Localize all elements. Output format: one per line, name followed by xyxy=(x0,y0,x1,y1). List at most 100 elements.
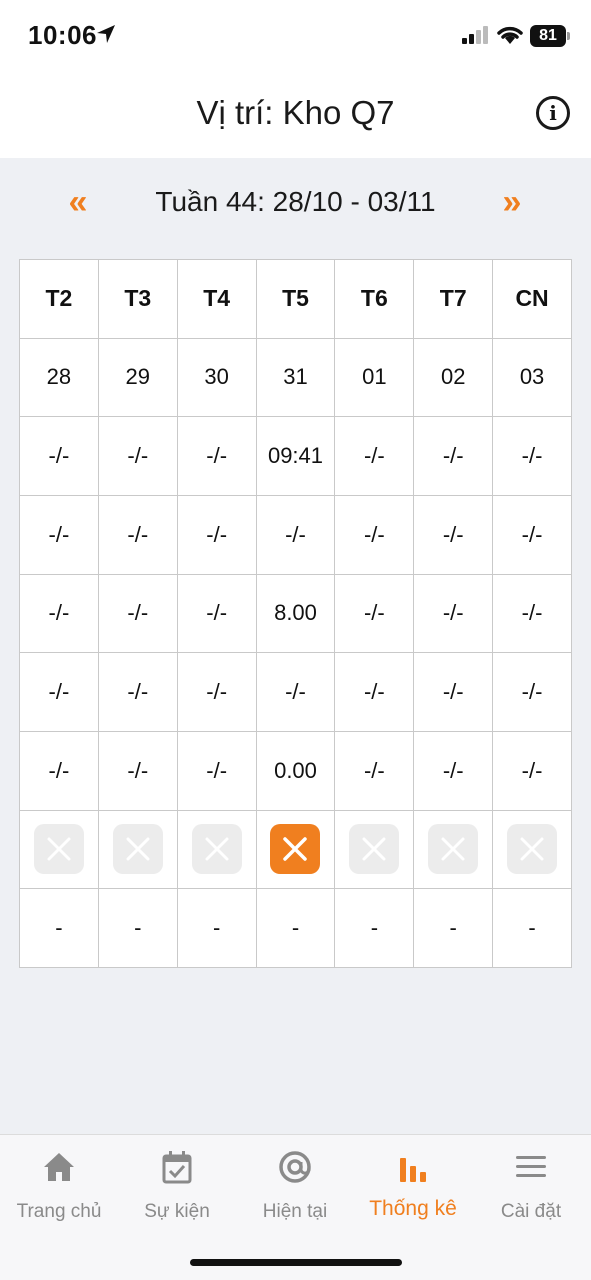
menu-icon xyxy=(516,1156,546,1177)
summary-cell: - xyxy=(493,889,572,968)
value-cell: -/- xyxy=(256,653,336,732)
status-cell xyxy=(493,810,572,890)
value-cell: -/- xyxy=(177,495,257,575)
value-cell: -/- xyxy=(493,495,572,575)
value-cell: -/- xyxy=(177,731,257,811)
wifi-icon xyxy=(497,26,523,44)
value-cell: -/- xyxy=(414,731,494,811)
summary-cell: - xyxy=(256,889,336,968)
day-header: T3 xyxy=(98,260,178,339)
battery-indicator: 81 xyxy=(530,25,566,47)
status-cell xyxy=(256,810,336,890)
close-icon xyxy=(362,837,386,861)
next-week-button[interactable]: » xyxy=(490,178,534,226)
tab-home[interactable]: Trang chủ xyxy=(0,1147,118,1227)
status-button[interactable] xyxy=(112,824,163,875)
value-cell: -/- xyxy=(414,653,494,732)
status-button[interactable] xyxy=(349,824,400,875)
value-cell: -/- xyxy=(177,417,257,496)
value-cell: -/- xyxy=(256,495,336,575)
header: Vị trí: Kho Q7 i xyxy=(0,72,591,158)
day-header: T7 xyxy=(414,260,494,339)
date-cell: 29 xyxy=(98,338,178,418)
date-cell: 28 xyxy=(20,338,99,418)
cellular-signal-icon xyxy=(462,26,488,44)
close-icon xyxy=(126,837,150,861)
value-cell: -/- xyxy=(20,495,99,575)
summary-cell: - xyxy=(98,889,178,968)
value-cell: -/- xyxy=(177,653,257,732)
value-cell: -/- xyxy=(414,495,494,575)
summary-cell: - xyxy=(177,889,257,968)
tab-label-stats: Thống kê xyxy=(369,1197,457,1220)
week-navigation: « Tuần 44: 28/10 - 03/11 » xyxy=(0,178,591,228)
tab-label-home: Trang chủ xyxy=(16,1201,102,1222)
close-icon xyxy=(205,837,229,861)
date-cell: 02 xyxy=(414,338,494,418)
tab-label-current: Hiện tại xyxy=(262,1201,328,1222)
tab-stats[interactable]: Thống kê xyxy=(354,1147,472,1227)
status-cell xyxy=(414,810,494,890)
status-button[interactable] xyxy=(191,824,242,875)
status-cell xyxy=(177,810,257,890)
value-cell: -/- xyxy=(98,495,178,575)
day-header: CN xyxy=(493,260,572,339)
battery-level: 81 xyxy=(539,27,557,44)
day-header: T5 xyxy=(256,260,336,339)
info-icon: i xyxy=(549,101,557,125)
date-cell: 31 xyxy=(256,338,336,418)
summary-cell: - xyxy=(414,889,494,968)
at-icon xyxy=(279,1151,311,1183)
status-button[interactable] xyxy=(33,824,84,875)
value-cell: -/- xyxy=(98,731,178,811)
value-cell: -/- xyxy=(335,653,415,732)
calendar-check-icon xyxy=(162,1151,192,1184)
value-cell: -/- xyxy=(493,574,572,654)
tab-current[interactable]: Hiện tại xyxy=(236,1147,354,1227)
value-cell: 09:41 xyxy=(256,417,336,496)
home-indicator xyxy=(190,1259,402,1266)
date-cell: 03 xyxy=(493,338,572,418)
summary-cell: - xyxy=(335,889,415,968)
day-header: T2 xyxy=(20,260,99,339)
status-button[interactable] xyxy=(428,824,479,875)
date-cell: 30 xyxy=(177,338,257,418)
close-icon xyxy=(441,837,465,861)
home-icon xyxy=(44,1153,74,1181)
value-cell: 8.00 xyxy=(256,574,336,654)
close-icon xyxy=(47,837,71,861)
value-cell: -/- xyxy=(20,731,99,811)
status-button[interactable] xyxy=(270,824,321,875)
value-cell: -/- xyxy=(414,574,494,654)
status-cell xyxy=(335,810,415,890)
status-button[interactable] xyxy=(507,824,558,875)
status-time: 10:06 xyxy=(28,20,97,50)
battery-tip xyxy=(567,32,570,40)
value-cell: -/- xyxy=(414,417,494,496)
value-cell: 0.00 xyxy=(256,731,336,811)
status-cell xyxy=(98,810,178,890)
bar-chart-icon xyxy=(400,1158,426,1182)
value-cell: -/- xyxy=(493,653,572,732)
status-cell xyxy=(20,810,99,890)
value-cell: -/- xyxy=(335,574,415,654)
tab-events[interactable]: Sự kiện xyxy=(118,1147,236,1227)
value-cell: -/- xyxy=(177,574,257,654)
summary-cell: - xyxy=(20,889,99,968)
tab-settings[interactable]: Cài đặt xyxy=(472,1147,590,1227)
value-cell: -/- xyxy=(335,731,415,811)
attendance-table: T2 T3 T4 T5 T6 T7 CN 28 29 30 31 01 02 03 -/- -/- -/- 09:… xyxy=(19,259,572,968)
day-header: T4 xyxy=(177,260,257,339)
value-cell: -/- xyxy=(20,653,99,732)
status-bar: 10:06 81 xyxy=(0,0,591,72)
tab-label-settings: Cài đặt xyxy=(500,1201,562,1222)
date-cell: 01 xyxy=(335,338,415,418)
info-button[interactable]: i xyxy=(536,96,570,130)
tab-label-events: Sự kiện xyxy=(144,1201,210,1222)
value-cell: -/- xyxy=(335,495,415,575)
close-icon xyxy=(283,837,308,862)
value-cell: -/- xyxy=(335,417,415,496)
value-cell: -/- xyxy=(98,653,178,732)
value-cell: -/- xyxy=(98,417,178,496)
day-header: T6 xyxy=(335,260,415,339)
